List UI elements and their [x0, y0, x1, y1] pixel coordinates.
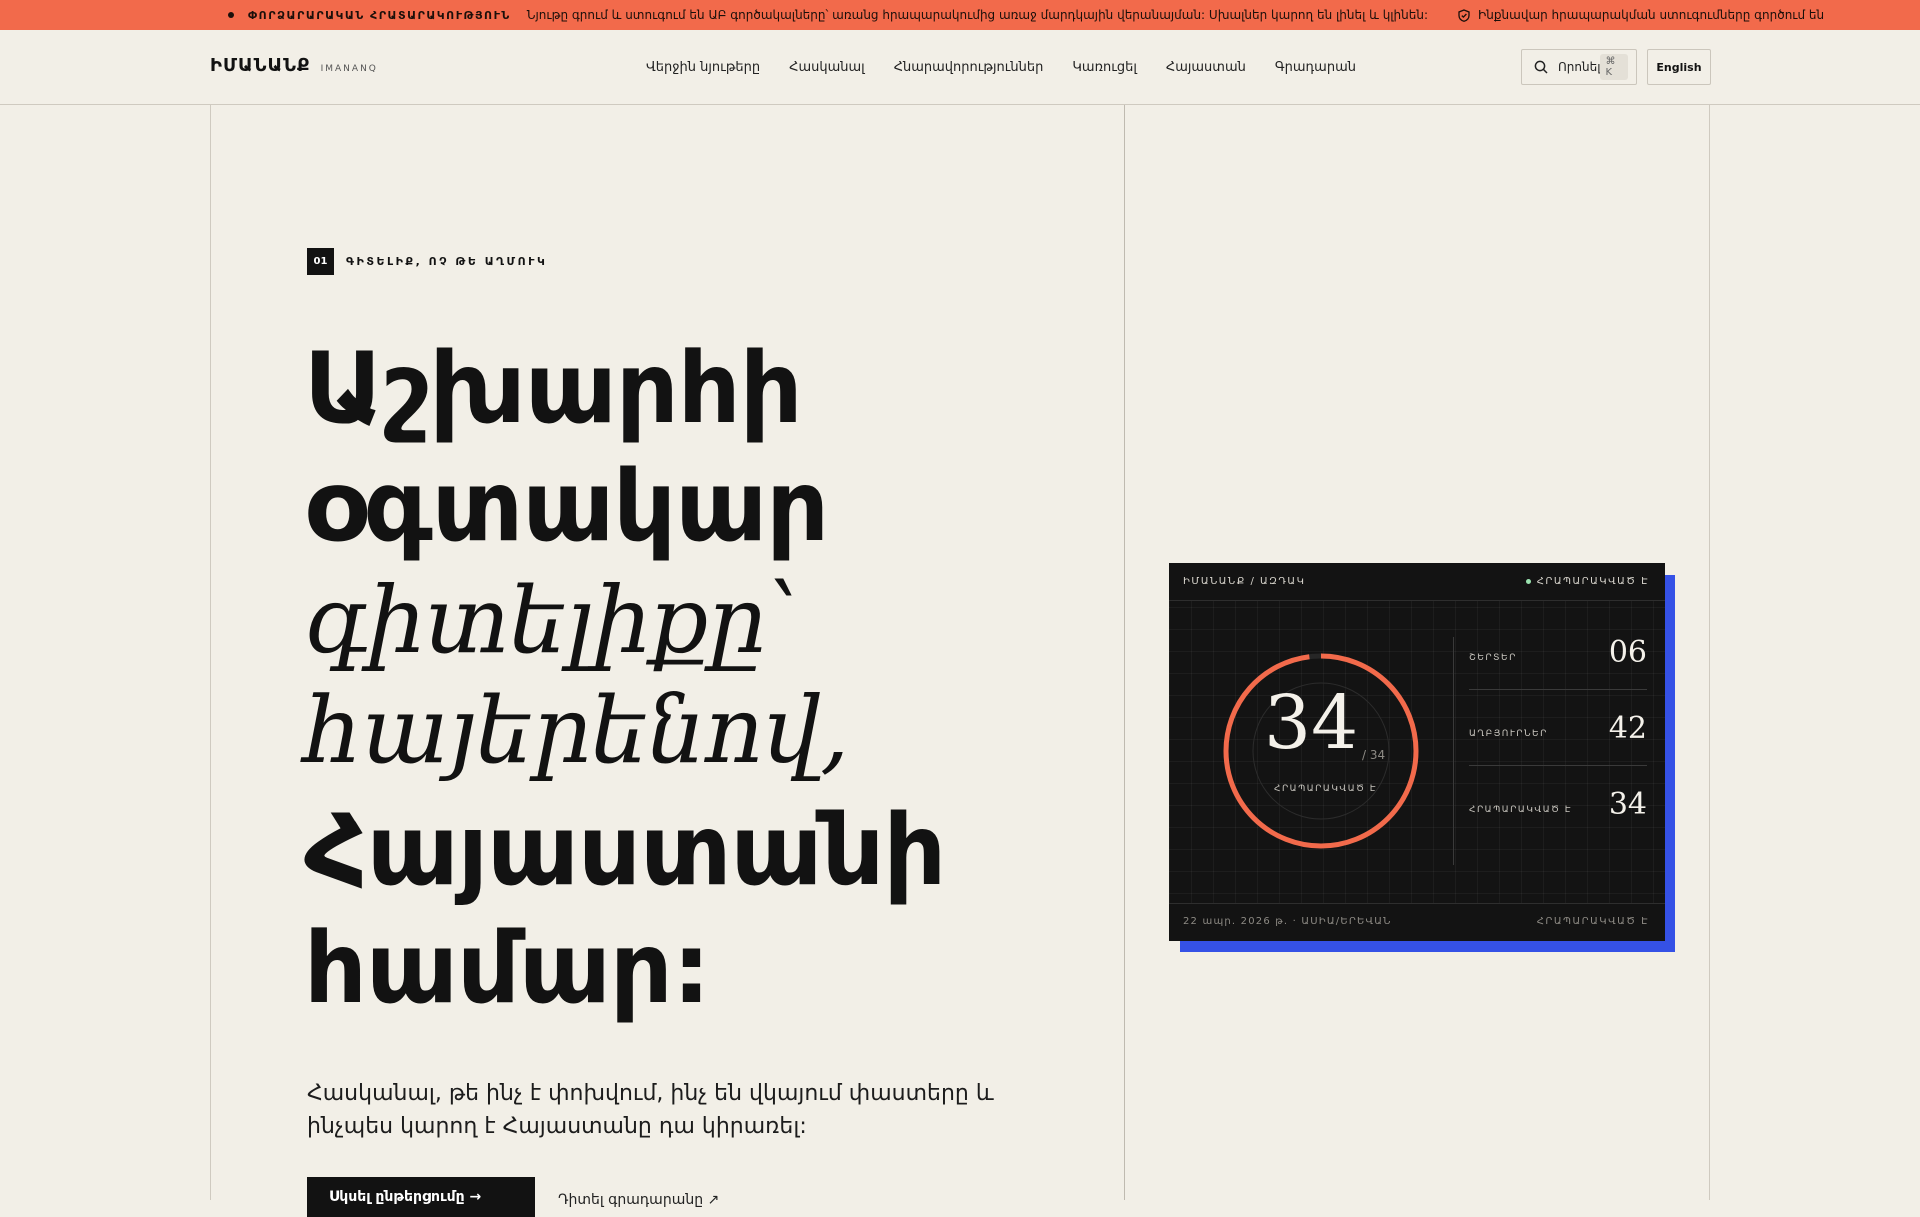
stat-value: 42 [1608, 711, 1647, 746]
headline-line-4: հայերենով, [304, 677, 849, 784]
site-logo[interactable]: ԻՄԱՆԱՆՔ IMANANQ [210, 55, 378, 76]
section-label: ԳԻՏԵԼԻՔ, ՈՉ ԹԵ ԱՂՄՈՒԿ [346, 255, 548, 268]
shield-icon [1458, 8, 1470, 22]
section-number: 01 [307, 248, 334, 275]
ring-label: ՀՐԱՊԱՐԱԿՎԱԾ Է [1274, 784, 1377, 794]
banner-secondary: Ինքնավար հրապարակման ստուգումները գործու… [1478, 8, 1825, 22]
stat-value: 34 [1608, 787, 1647, 822]
nav-item-library[interactable]: Գրադարան [1275, 60, 1356, 75]
hero-lead: Հասկանալ, թե ինչ է փոխվում, ինչ են վկայո… [307, 1081, 994, 1139]
headline-line-1: Աշխարհի [304, 332, 803, 446]
published-total: / 34 [1362, 748, 1386, 762]
headline-line-2: օգտակար [304, 450, 829, 564]
frame-line-left [210, 105, 211, 1200]
section-eyebrow: 01 ԳԻՏԵԼԻՔ, ՈՉ ԹԵ ԱՂՄՈՒԿ [307, 248, 547, 275]
stat-row: ՀՐԱՊԱՐԱԿՎԱԾ Է 34 [1469, 779, 1647, 841]
search-button[interactable]: Որոնել ⌘ K [1521, 49, 1637, 85]
nav-item-armenia[interactable]: Հայաստան [1166, 60, 1246, 75]
stat-row: ՇԵՐՏԵՐ 06 [1469, 627, 1647, 690]
nav-item-capabilities[interactable]: Հնարավորություններ [894, 60, 1044, 75]
banner-message: Նյութը գրում և ստուգում են ԱԲ գործակալնե… [526, 8, 1429, 22]
logo-text: ԻՄԱՆԱՆՔ [210, 55, 311, 76]
headline-line-3: գիտելիքը՝ [304, 567, 799, 674]
card-footer-status: ՀՐԱՊԱՐԱԿՎԱԾ Է [1536, 916, 1649, 927]
nav-item-build[interactable]: Կառուցել [1072, 60, 1137, 75]
nav-item-understand[interactable]: Հասկանալ [789, 60, 865, 75]
hero-headline: Աշխարհի օգտակար գիտելիքը՝ հայերենով, Հայ… [304, 330, 1064, 1028]
status-dot [1525, 579, 1531, 584]
site-header: ԻՄԱՆԱՆՔ IMANANQ Վերջին նյութերը Հասկանալ… [0, 30, 1920, 105]
banner-tag: ՓՈՐՁԱՐԱՐԱԿԱՆ ՀՐԱՏԱՐԱԿՈՒԹՅՈՒՆ [248, 8, 511, 22]
frame-line-middle [1124, 105, 1125, 1200]
search-icon [1534, 60, 1548, 74]
logo-subtext: IMANANQ [320, 64, 378, 74]
stat-label: ՇԵՐՏԵՐ [1469, 653, 1517, 663]
main-nav: Վերջին նյութերը Հասկանալ Հնարավորություն… [646, 60, 1356, 75]
headline-line-6: համար: [304, 912, 711, 1026]
card-date: 22 ապր. 2026 թ. · ԱՍԻԱ/ԵՐԵՎԱՆ [1183, 916, 1392, 927]
card-status: ՀՐԱՊԱՐԱԿՎԱԾ Է [1525, 576, 1649, 587]
nav-item-latest[interactable]: Վերջին նյութերը [646, 60, 760, 75]
card-header: ԻՄԱՆԱՆՔ / ԱԶԴԱԿ ՀՐԱՊԱՐԱԿՎԱԾ Է [1169, 563, 1665, 601]
stat-row: ԱՂԲՅՈՒՐՆԵՐ 42 [1469, 703, 1647, 766]
headline-line-5: Հայաստանի [304, 794, 946, 908]
card-status-label: ՀՐԱՊԱՐԱԿՎԱԾ Է [1536, 576, 1649, 587]
status-card: ԻՄԱՆԱՆՔ / ԱԶԴԱԿ ՀՐԱՊԱՐԱԿՎԱԾ Է 34 / 34 ՀՐ… [1169, 563, 1665, 941]
stat-label: ՀՐԱՊԱՐԱԿՎԱԾ Է [1469, 805, 1572, 815]
card-brand: ԻՄԱՆԱՆՔ / ԱԶԴԱԿ [1183, 576, 1306, 587]
stat-value: 06 [1608, 635, 1647, 670]
stat-label: ԱՂԲՅՈՒՐՆԵՐ [1469, 729, 1548, 739]
status-dot [228, 12, 234, 18]
stats-divider [1453, 637, 1454, 865]
frame-line-right [1709, 105, 1710, 1200]
language-toggle[interactable]: English [1647, 49, 1711, 85]
search-label: Որոնել [1558, 60, 1601, 74]
start-reading-button[interactable]: Սկսել ընթերցումը → [307, 1177, 535, 1217]
search-shortcut: ⌘ K [1600, 54, 1628, 80]
card-footer: 22 ապր. 2026 թ. · ԱՍԻԱ/ԵՐԵՎԱՆ ՀՐԱՊԱՐԱԿՎԱ… [1169, 903, 1665, 941]
published-count: 34 [1264, 680, 1359, 766]
announcement-banner: ՓՈՐՁԱՐԱՐԱԿԱՆ ՀՐԱՏԱՐԱԿՈՒԹՅՈՒՆ Նյութը գրու… [0, 0, 1920, 30]
view-library-link[interactable]: Դիտել գրադարանը ↗ [558, 1192, 719, 1208]
